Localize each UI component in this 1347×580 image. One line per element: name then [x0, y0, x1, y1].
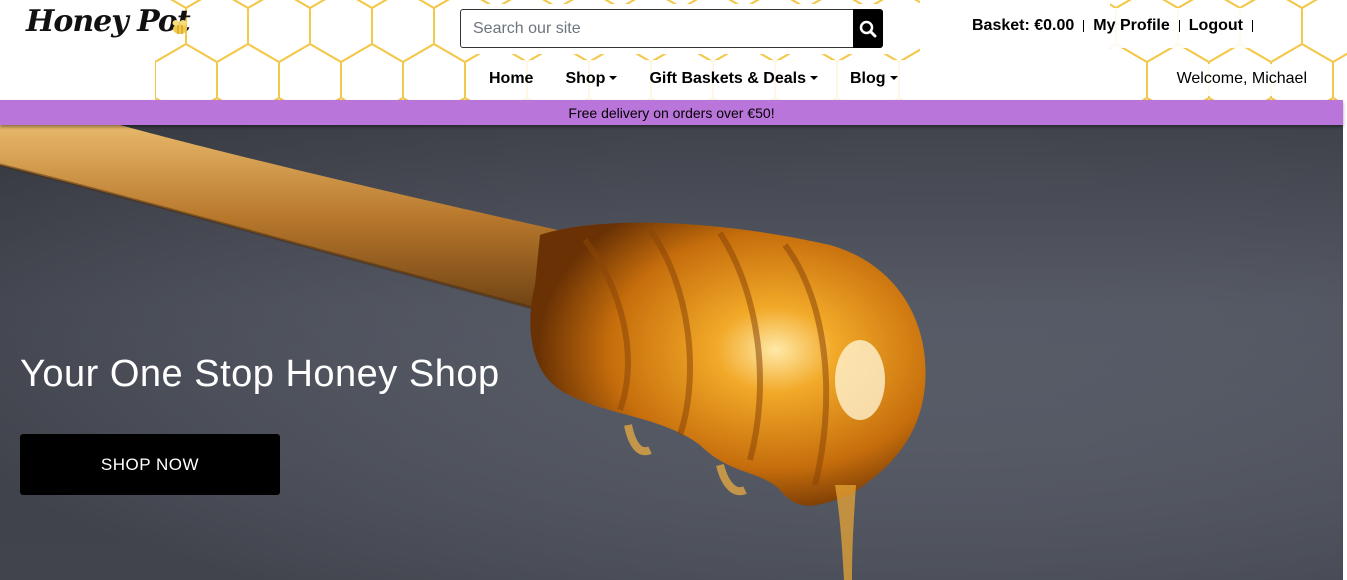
- main-navigation: Home Shop Gift Baskets & Deals Blog: [489, 70, 898, 88]
- nav-blog[interactable]: Blog: [850, 70, 898, 88]
- nav-blog-label: Blog: [849, 70, 886, 87]
- nav-gift-baskets[interactable]: Gift Baskets & Deals: [649, 70, 818, 88]
- my-profile-link[interactable]: My Profile: [1093, 17, 1169, 35]
- site-logo[interactable]: Honey Pot: [26, 4, 191, 39]
- search-button[interactable]: [853, 9, 883, 48]
- nav-gift-baskets-label: Gift Baskets & Deals: [649, 70, 806, 87]
- nav-home[interactable]: Home: [489, 70, 533, 88]
- search-icon: [859, 20, 877, 37]
- nav-home-label: Home: [489, 70, 534, 87]
- site-header: Honey Pot Basket: €0.00 My Profile Logou…: [0, 0, 1347, 100]
- separator: [1178, 20, 1180, 32]
- nav-shop-label: Shop: [565, 70, 606, 87]
- chevron-down-icon: [609, 76, 618, 80]
- basket-link[interactable]: Basket: €0.00: [972, 17, 1074, 35]
- chevron-down-icon: [809, 76, 818, 80]
- chevron-down-icon: [889, 76, 898, 80]
- separator: [1083, 20, 1085, 32]
- delivery-banner-text: Free delivery on orders over €50!: [568, 104, 775, 121]
- delivery-banner: Free delivery on orders over €50!: [0, 100, 1343, 125]
- welcome-message: Welcome, Michael: [1176, 70, 1307, 87]
- nav-shop[interactable]: Shop: [565, 70, 618, 88]
- hero-section: Your One Stop Honey Shop SHOP NOW: [0, 125, 1343, 580]
- search-input[interactable]: [460, 9, 854, 48]
- hero-title: Your One Stop Honey Shop: [20, 353, 500, 395]
- bee-icon: [172, 20, 187, 34]
- shop-now-button[interactable]: SHOP NOW: [20, 434, 280, 495]
- separator: [1251, 20, 1253, 32]
- account-links: Basket: €0.00 My Profile Logout: [972, 17, 1262, 35]
- logout-link[interactable]: Logout: [1189, 17, 1243, 35]
